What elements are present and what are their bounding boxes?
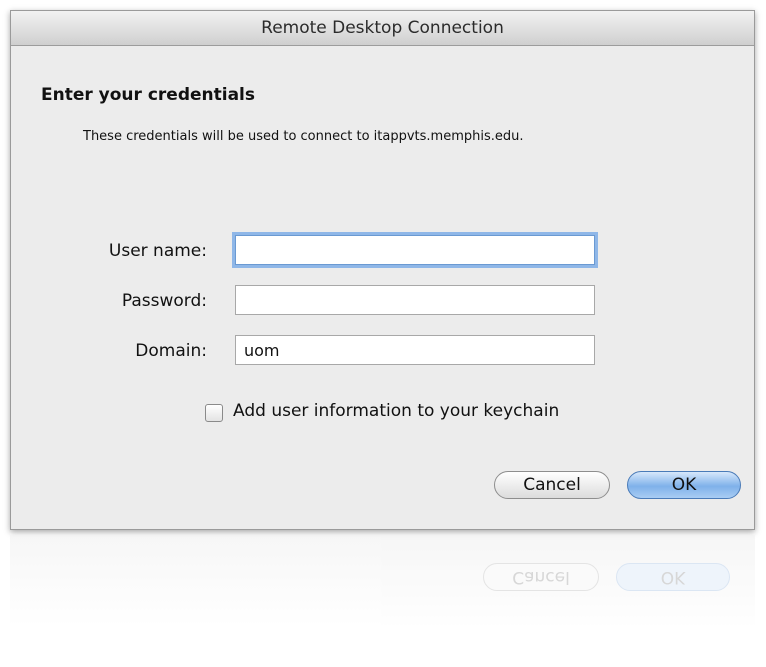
password-field[interactable] [235, 285, 595, 315]
ok-button-reflection: OK [616, 563, 730, 591]
username-label: User name: [108, 241, 207, 261]
window-title: Remote Desktop Connection [11, 11, 754, 46]
domain-label: Domain: [135, 341, 207, 361]
keychain-checkbox-label[interactable]: Add user information to your keychain [233, 401, 559, 421]
domain-field[interactable] [235, 335, 595, 365]
cancel-button-reflection: Cancel [483, 563, 599, 591]
dialog-description: These credentials will be used to connec… [83, 129, 524, 144]
dialog-heading: Enter your credentials [41, 85, 256, 105]
ok-button[interactable]: OK [627, 471, 741, 499]
username-field[interactable] [235, 235, 595, 265]
window-reflection: Cancel OK [10, 535, 755, 667]
remote-desktop-dialog: Remote Desktop Connection Enter your cre… [10, 10, 755, 530]
keychain-checkbox[interactable] [205, 404, 223, 422]
cancel-button[interactable]: Cancel [494, 471, 610, 499]
password-label: Password: [121, 291, 207, 311]
